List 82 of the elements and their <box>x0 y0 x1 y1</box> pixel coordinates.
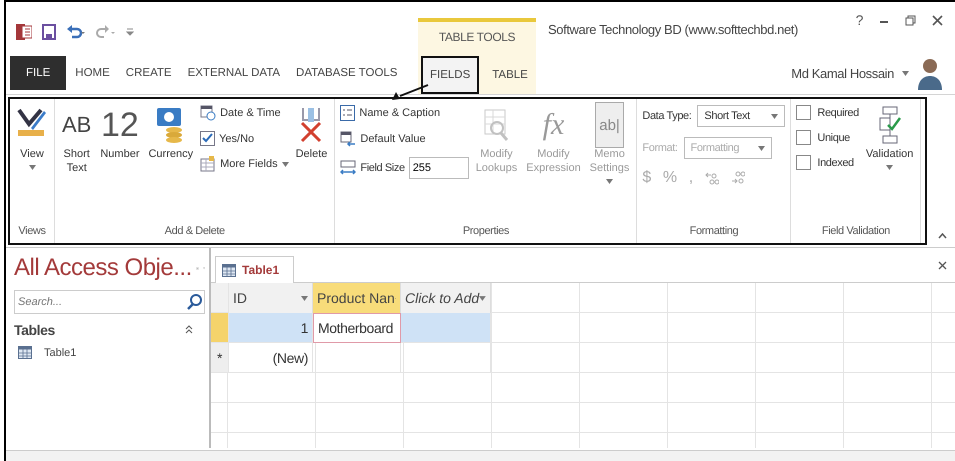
ribbon-button[interactable]: Validation <box>864 103 916 172</box>
field-label: Data Type: <box>642 110 692 122</box>
window-title: Software Technology BD (www.softtechbd.net) <box>548 22 798 37</box>
validation-flowchart-icon <box>878 106 902 144</box>
calendar-clock-icon <box>200 105 216 121</box>
name-caption-icon <box>340 105 356 121</box>
ribbon-button[interactable]: View <box>15 103 49 172</box>
ribbon-button[interactable]: Name & Caption <box>340 105 469 121</box>
checkbox[interactable]: Indexed <box>796 155 859 170</box>
checkbox[interactable]: Required <box>796 105 859 120</box>
help-button[interactable]: ? <box>856 12 863 28</box>
ribbon-tab[interactable]: FIELDS <box>421 56 480 94</box>
search-icon[interactable] <box>186 293 204 311</box>
ribbon-tab[interactable]: DATABASE TOOLS <box>289 52 404 94</box>
field-label: Format: <box>642 142 678 154</box>
caret-icon <box>758 146 765 150</box>
ribbon-tab[interactable]: TABLE <box>485 56 535 94</box>
ribbon-button[interactable]: Default Value <box>340 131 469 147</box>
ribbon-button[interactable]: Date & Time <box>200 105 289 121</box>
caret-icon <box>902 70 909 76</box>
double-chevron-icon[interactable] <box>185 325 193 335</box>
pane-title: All Access Obje... <box>14 254 192 282</box>
close-icon[interactable] <box>932 14 943 26</box>
glyph-icon: AB <box>62 105 92 145</box>
ribbon-tab[interactable]: CREATE <box>118 52 179 94</box>
dropdown-field[interactable]: Short Text <box>697 105 786 127</box>
glyph-icon: 12 <box>101 105 139 145</box>
avatar-icon <box>917 56 943 90</box>
caret-icon <box>606 178 614 184</box>
close-icon[interactable] <box>938 260 947 270</box>
caret-icon <box>28 164 36 170</box>
caret-icon <box>282 162 289 166</box>
user-name[interactable]: Md Kamal Hossain <box>791 66 894 80</box>
app-logo-icon[interactable] <box>16 23 32 41</box>
ribbon-button[interactable]: More Fields <box>200 156 289 172</box>
collapse-ribbon-icon[interactable] <box>938 233 947 239</box>
group-label: Formatting <box>690 225 738 237</box>
table-cell[interactable]: (New) <box>229 343 313 373</box>
row-selector[interactable]: * <box>211 343 229 373</box>
column-header[interactable]: Click to Add <box>401 283 491 313</box>
customize-icon[interactable] <box>126 27 134 37</box>
ribbon-tab[interactable]: FILE <box>10 56 66 90</box>
field-size-icon <box>340 160 356 176</box>
table-cell[interactable] <box>401 313 491 343</box>
ribbon-button[interactable]: Yes/No <box>200 131 289 146</box>
caret-icon <box>886 164 894 170</box>
default-value-icon <box>340 131 356 147</box>
column-header[interactable]: Product Nan <box>313 283 401 313</box>
column-header[interactable]: ID <box>229 283 313 313</box>
ribbon-button[interactable]: Delete <box>294 103 330 164</box>
redo-icon[interactable] <box>96 24 116 40</box>
group-label: Field Validation <box>822 225 890 237</box>
glyph-icon: ab| <box>595 102 624 148</box>
group-label: Add & Delete <box>164 225 225 237</box>
restore-icon[interactable] <box>905 14 916 26</box>
dropdown-caret-icon <box>479 296 486 300</box>
table-cell[interactable]: 1 <box>229 313 313 343</box>
ribbon-tab[interactable]: HOME <box>68 52 117 94</box>
field-label: Field Size <box>360 162 405 174</box>
ribbon-button[interactable]: AB Short Text <box>60 103 94 178</box>
ribbon-tab[interactable]: EXTERNAL DATA <box>180 52 288 94</box>
input-field[interactable]: 255 <box>408 157 469 179</box>
document-tab[interactable]: Table1 <box>215 256 294 283</box>
ribbon-button[interactable]: Currency <box>146 103 196 164</box>
tab-group-label: TABLE TOOLS <box>438 30 516 44</box>
glyph-icon: fx <box>542 105 564 145</box>
search-field[interactable]: Search... <box>14 290 205 314</box>
nav-item[interactable]: Table1 <box>14 338 205 359</box>
checkbox[interactable]: Unique <box>796 130 859 145</box>
caret-icon <box>771 114 778 118</box>
table-cell[interactable]: Motherboard <box>313 313 401 343</box>
table-plus-icon <box>200 156 216 172</box>
dropdown-caret-icon <box>301 296 308 300</box>
group-label: Views <box>18 225 46 237</box>
undo-icon[interactable] <box>66 24 86 40</box>
save-icon[interactable] <box>42 24 56 40</box>
section-header[interactable]: Tables <box>14 322 55 338</box>
ribbon-button[interactable]: 12 Number <box>98 103 142 164</box>
checkbox-icon <box>200 131 216 146</box>
group-label: Properties <box>462 225 509 237</box>
table-icon <box>18 346 32 359</box>
table-icon <box>222 264 236 276</box>
